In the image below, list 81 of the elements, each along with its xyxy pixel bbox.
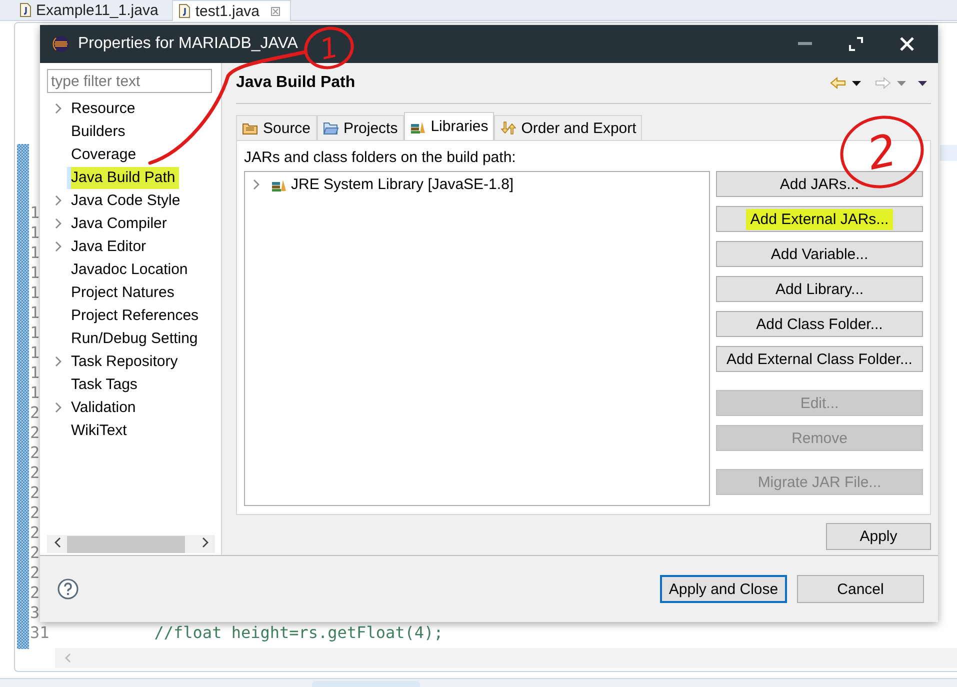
- tab[interactable]: Libraries: [404, 112, 494, 140]
- button[interactable]: Add External JARs...: [716, 206, 923, 232]
- menu-caret-icon[interactable]: [918, 80, 927, 86]
- tree-item[interactable]: Javadoc Location: [67, 258, 192, 280]
- line-number: 1: [30, 323, 40, 343]
- line-number: 1: [30, 203, 40, 223]
- up-down-arrows-icon: [500, 121, 516, 135]
- line-number: 2: [30, 543, 40, 563]
- button[interactable]: Apply: [826, 523, 931, 550]
- line-number: 1: [30, 223, 40, 243]
- tree-item[interactable]: Java Editor: [67, 236, 150, 258]
- line-number: 2: [30, 483, 40, 503]
- tab[interactable]: Projects: [316, 115, 404, 140]
- line-number: 2: [30, 583, 40, 603]
- horizontal-scrollbar[interactable]: [47, 535, 215, 553]
- package-folder-icon: [242, 121, 258, 135]
- expand-chevron-icon[interactable]: [54, 241, 62, 252]
- expand-chevron-icon[interactable]: [54, 402, 62, 413]
- line-number: 1: [30, 283, 40, 303]
- expand-chevron-icon[interactable]: [54, 218, 62, 229]
- back-arrow-icon[interactable]: [830, 77, 846, 89]
- code-comment: //float height=rs.getFloat(4);: [153, 623, 444, 643]
- line-number: 1: [30, 383, 40, 403]
- line-number: 1: [30, 363, 40, 383]
- expand-chevron-icon[interactable]: [54, 356, 62, 367]
- tree-item[interactable]: Java Build Path: [67, 166, 180, 188]
- button[interactable]: Add External Class Folder...: [716, 346, 923, 372]
- tree-item[interactable]: Resource: [67, 98, 140, 120]
- line-number: 1: [30, 243, 40, 263]
- tree-item[interactable]: Project References: [67, 304, 203, 326]
- eclipse-logo-icon: [52, 35, 70, 53]
- horizontal-scrollbar[interactable]: [55, 648, 957, 668]
- page-title: Java Build Path: [236, 74, 356, 92]
- tree-item[interactable]: Run/Debug Setting: [67, 328, 202, 350]
- line-number: 2: [30, 463, 40, 483]
- tree-item[interactable]: WikiText: [67, 420, 131, 442]
- scroll-left-icon[interactable]: [54, 537, 60, 548]
- tree-item[interactable]: Coverage: [67, 144, 140, 166]
- button[interactable]: Add JARs...: [716, 171, 923, 197]
- tree-item[interactable]: Project Natures: [67, 282, 178, 304]
- tree-item[interactable]: Java Compiler: [67, 212, 171, 234]
- line-number: 2: [30, 563, 40, 583]
- maximize-icon[interactable]: [848, 36, 864, 52]
- line-number: 2: [30, 423, 40, 443]
- tree-item[interactable]: Builders: [67, 120, 130, 142]
- button[interactable]: Add Variable...: [716, 241, 923, 267]
- button[interactable]: Add Library...: [716, 276, 923, 302]
- button[interactable]: Add Class Folder...: [716, 311, 923, 337]
- tab[interactable]: Order and Export: [494, 115, 642, 140]
- java-file-icon: [20, 3, 31, 17]
- line-number: 31: [30, 623, 50, 643]
- tab[interactable]: Source: [236, 115, 317, 140]
- line-number: 1: [30, 263, 40, 283]
- line-number: 2: [30, 523, 40, 543]
- list-item[interactable]: JRE System Library [JavaSE-1.8]: [291, 176, 514, 193]
- editor-tab[interactable]: Example11_1.java: [14, 0, 168, 20]
- button[interactable]: Cancel: [797, 575, 924, 603]
- expand-chevron-icon[interactable]: [253, 179, 260, 190]
- scroll-right-icon[interactable]: [202, 537, 208, 548]
- java-file-icon: [179, 4, 190, 18]
- line-number: 1: [30, 343, 40, 363]
- line-number: 1: [30, 303, 40, 323]
- expand-chevron-icon[interactable]: [54, 195, 62, 206]
- editor-tab[interactable]: test1.java: [172, 0, 291, 21]
- tree-item[interactable]: Validation: [67, 396, 140, 418]
- button[interactable]: Apply and Close: [660, 575, 787, 603]
- expand-chevron-icon[interactable]: [54, 103, 62, 114]
- dropdown-caret-icon[interactable]: [852, 80, 861, 86]
- window-title: Properties for MARIADB_JAVA: [78, 35, 298, 53]
- tree-item[interactable]: Java Code Style: [67, 190, 184, 212]
- help-icon[interactable]: [57, 578, 79, 600]
- filter-field[interactable]: type filter text: [47, 69, 212, 93]
- folder-icon: [322, 121, 339, 135]
- line-number: 2: [30, 443, 40, 463]
- tree-item[interactable]: Task Repository: [67, 350, 182, 372]
- minimize-icon[interactable]: [798, 42, 812, 46]
- line-number: 2: [30, 403, 40, 423]
- line-number: 3: [30, 603, 40, 623]
- line-number: 2: [30, 503, 40, 523]
- forward-arrow-icon[interactable]: [875, 77, 891, 89]
- tree-item[interactable]: Task Tags: [67, 374, 142, 396]
